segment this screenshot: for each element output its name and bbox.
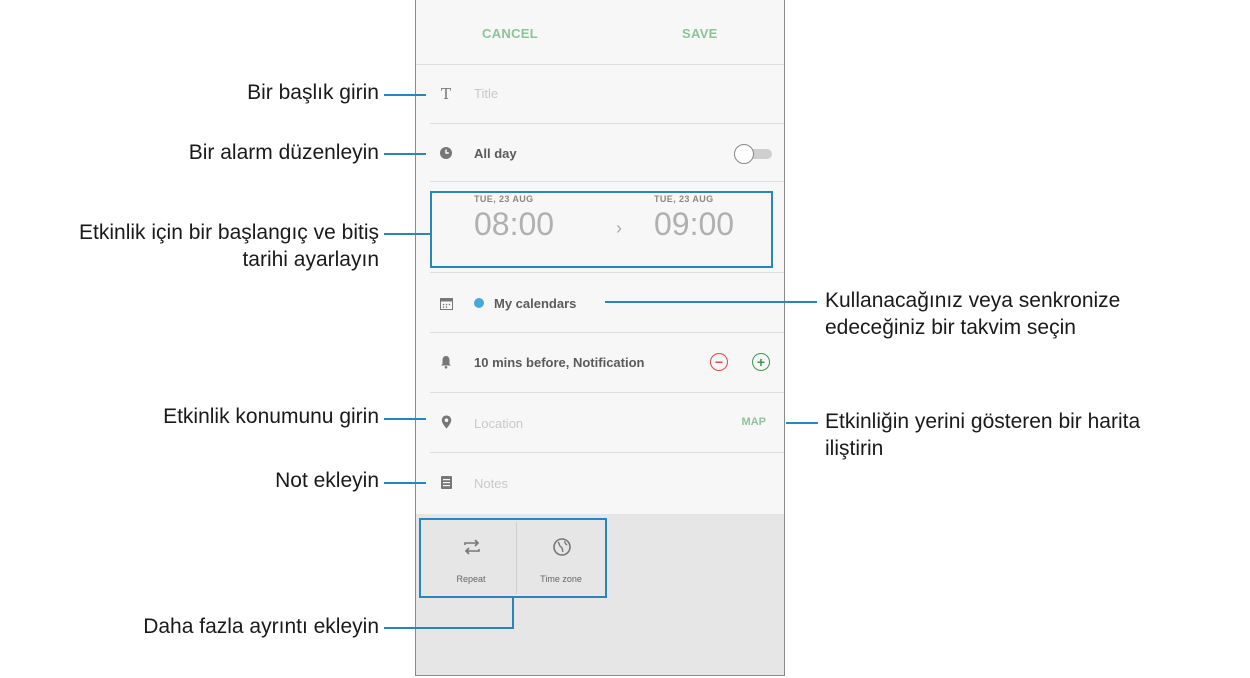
annotation-dates-line2: tarihi ayarlayın xyxy=(242,248,379,271)
remove-reminder-button[interactable]: − xyxy=(710,353,728,371)
leader-line xyxy=(786,422,818,424)
notes-icon xyxy=(438,474,454,490)
reminder-row[interactable]: 10 mins before, Notification − + xyxy=(416,333,784,391)
bell-icon xyxy=(438,354,454,370)
options-highlight-box xyxy=(419,518,607,598)
calendar-color-dot xyxy=(474,298,484,308)
save-button[interactable]: SAVE xyxy=(682,26,718,41)
annotation-map-line1: Etkinliğin yerini gösteren bir harita xyxy=(825,410,1141,433)
title-row[interactable]: T Title xyxy=(416,66,784,124)
notes-input[interactable]: Notes xyxy=(474,476,508,491)
add-reminder-button[interactable]: + xyxy=(752,353,770,371)
location-input[interactable]: Location xyxy=(474,416,523,431)
title-input[interactable]: Title xyxy=(474,86,498,101)
leader-line xyxy=(605,301,817,303)
annotation-alarm: Bir alarm düzenleyin xyxy=(188,141,379,164)
annotation-notes: Not ekleyin xyxy=(275,469,379,492)
cancel-button[interactable]: CANCEL xyxy=(482,26,538,41)
location-pin-icon xyxy=(438,414,454,430)
all-day-toggle[interactable] xyxy=(734,144,774,164)
leader-line xyxy=(384,153,426,155)
annotation-map-line2: iliştirin xyxy=(825,437,884,460)
annotation-calendar-line1: Kullanacağınız veya senkronize xyxy=(825,289,1121,312)
leader-line xyxy=(512,598,514,629)
annotation-dates-line1: Etkinlik için bir başlangıç ve bitiş xyxy=(79,221,379,244)
annotation-calendar-line2: edeceğiniz bir takvim seçin xyxy=(825,316,1076,339)
leader-line xyxy=(384,418,426,420)
leader-line xyxy=(384,482,426,484)
leader-line xyxy=(384,94,426,96)
annotation-details: Daha fazla ayrıntı ekleyin xyxy=(143,615,379,638)
text-icon: T xyxy=(440,85,451,103)
leader-line xyxy=(384,627,514,629)
date-highlight-box xyxy=(430,191,773,268)
divider xyxy=(430,181,784,182)
divider xyxy=(416,64,784,65)
toggle-knob xyxy=(734,144,754,164)
annotation-location: Etkinlik konumunu girin xyxy=(163,405,379,428)
location-row: Location MAP xyxy=(416,393,784,451)
notes-row[interactable]: Notes xyxy=(416,453,784,511)
reminder-label: 10 mins before, Notification xyxy=(474,355,645,370)
calendar-icon xyxy=(438,295,454,311)
annotation-title: Bir başlık girin xyxy=(247,81,379,104)
leader-line xyxy=(384,233,430,235)
clock-icon xyxy=(438,145,454,161)
all-day-row: All day xyxy=(416,124,784,182)
top-bar: CANCEL SAVE xyxy=(416,0,784,66)
map-button[interactable]: MAP xyxy=(742,416,766,428)
calendar-label: My calendars xyxy=(494,296,577,311)
all-day-label: All day xyxy=(474,146,517,161)
